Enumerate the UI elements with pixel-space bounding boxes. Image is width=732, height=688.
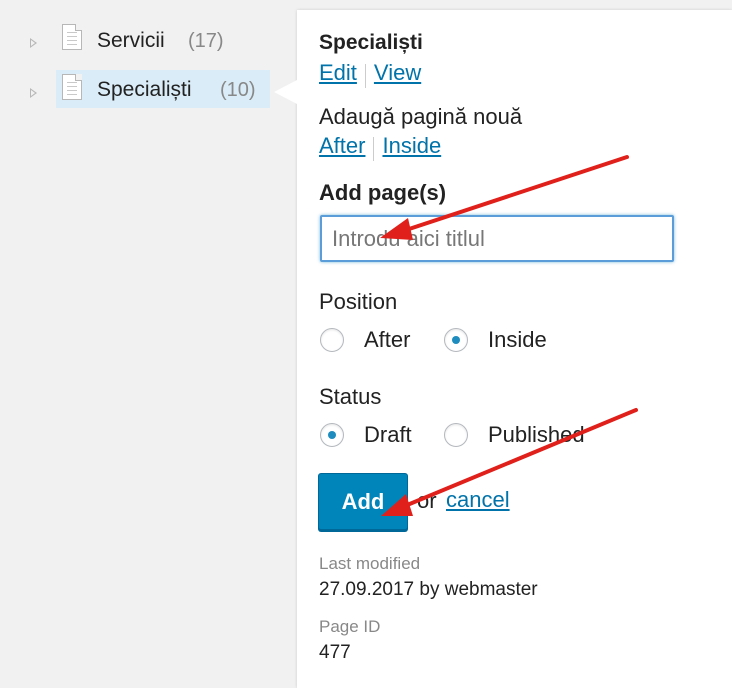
expand-toggle-icon[interactable]: [30, 88, 37, 98]
popup-page-title: Specialiști: [319, 31, 423, 54]
add-button-label: Add: [341, 488, 385, 514]
page-actions: Edit View: [319, 60, 421, 88]
position-inside-radio[interactable]: [444, 328, 468, 352]
add-new-page-actions: After Inside: [319, 133, 441, 161]
position-inside-label[interactable]: Inside: [488, 327, 547, 353]
page-icon: [62, 74, 82, 100]
add-inside-link[interactable]: Inside: [382, 133, 441, 158]
page-id-label: Page ID: [319, 617, 381, 636]
popup-pointer: [274, 80, 297, 104]
position-after-radio[interactable]: [320, 328, 344, 352]
edit-link[interactable]: Edit: [319, 60, 357, 85]
divider: [373, 136, 375, 161]
cancel-link[interactable]: cancel: [446, 487, 510, 513]
divider: [364, 63, 366, 88]
page-tree: Servicii (17) Specialiști (10): [0, 0, 300, 688]
page-icon: [62, 24, 82, 50]
position-after-label[interactable]: After: [364, 327, 410, 353]
page-id-value: 477: [319, 642, 351, 663]
status-published-label[interactable]: Published: [488, 422, 585, 448]
page-title-input[interactable]: [320, 215, 674, 262]
add-after-link[interactable]: After: [319, 133, 365, 158]
add-button[interactable]: Add: [318, 473, 408, 530]
position-label: Position: [319, 289, 398, 314]
or-text: or: [417, 488, 437, 513]
view-link[interactable]: View: [374, 60, 421, 85]
expand-toggle-icon[interactable]: [30, 38, 37, 48]
tree-item-label[interactable]: Servicii: [97, 29, 165, 53]
status-draft-radio[interactable]: [320, 423, 344, 447]
last-modified-value: 27.09.2017 by webmaster: [319, 579, 538, 600]
last-modified-label: Last modified: [319, 554, 421, 573]
status-label: Status: [319, 384, 382, 409]
tree-item-label[interactable]: Specialiști: [97, 78, 192, 102]
add-new-page-label: Adaugă pagină nouă: [319, 104, 523, 129]
tree-item-count: (10): [220, 79, 256, 101]
status-published-radio[interactable]: [444, 423, 468, 447]
status-draft-label[interactable]: Draft: [364, 422, 412, 448]
tree-item-count: (17): [188, 30, 224, 52]
add-pages-heading: Add page(s): [319, 180, 447, 205]
